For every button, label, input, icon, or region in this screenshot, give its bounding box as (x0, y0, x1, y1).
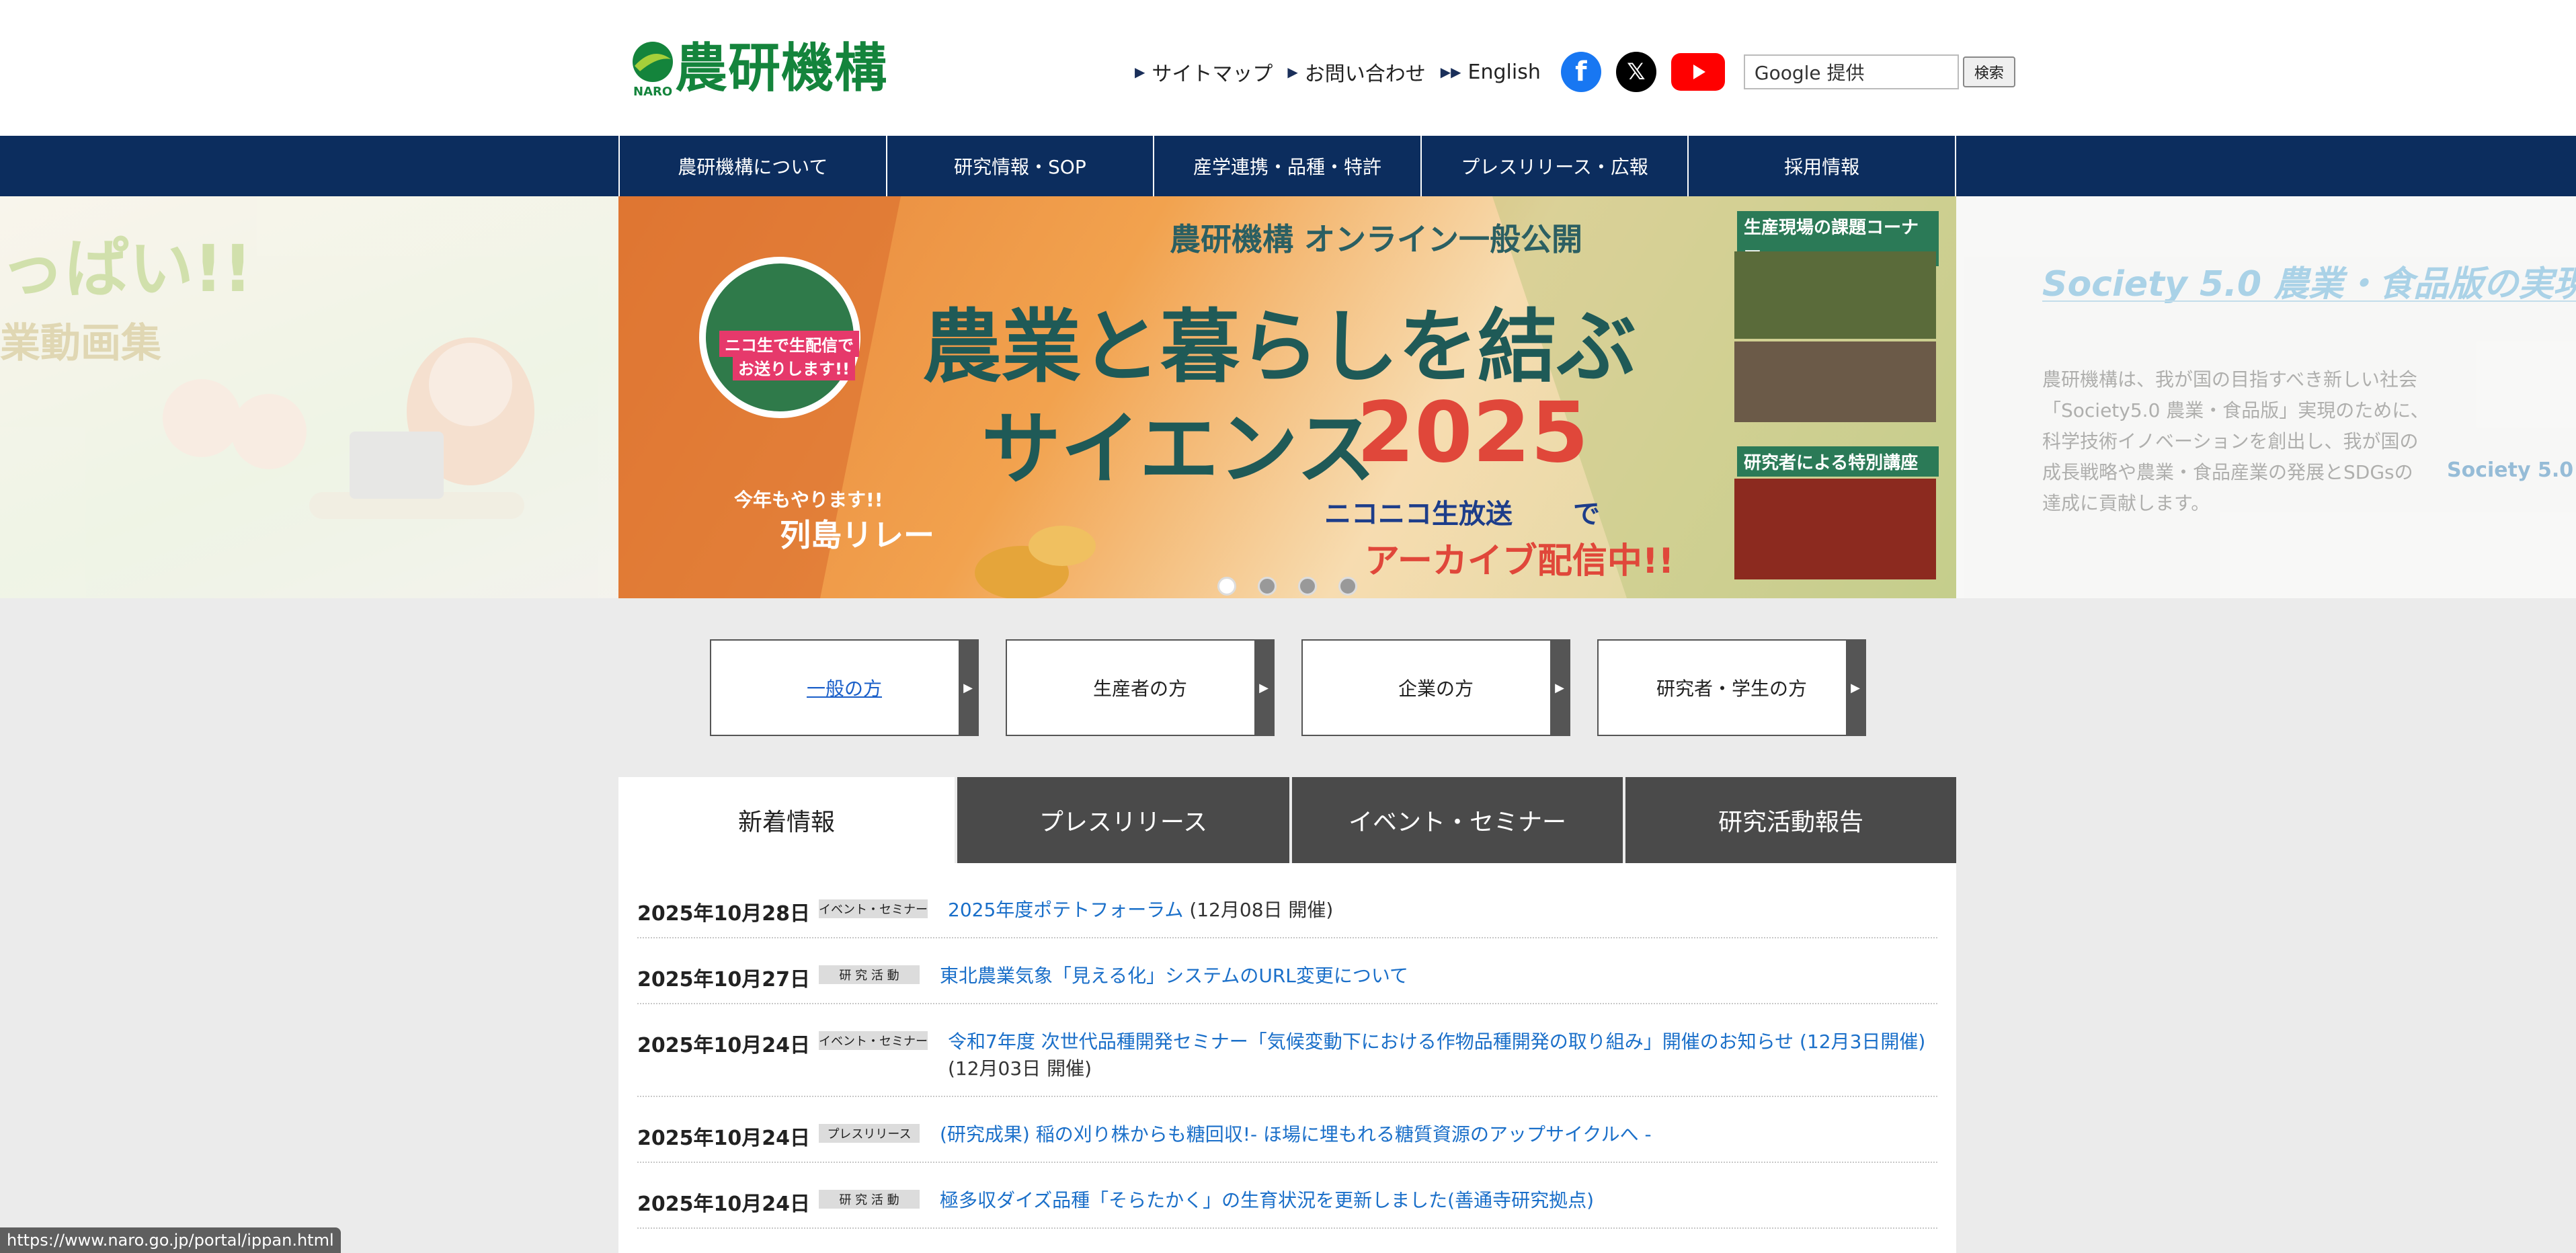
beans-photo (1734, 479, 1936, 579)
soil-photo (1734, 341, 1936, 422)
youtube-icon[interactable] (1671, 53, 1725, 91)
audience-researchers[interactable]: 研究者・学生の方 ▶ (1597, 639, 1866, 736)
active-slide[interactable]: 農研機構 オンライン一般公開 農業と暮らしを結ぶ サイエンス 2025 ニコ生で… (618, 196, 1956, 598)
slide-title-line1: 農業と暮らしを結ぶ (922, 300, 1637, 393)
audience-producers[interactable]: 生産者の方 ▶ (1006, 639, 1275, 736)
search-input[interactable]: Google 提供 (1743, 54, 1959, 89)
contact-link[interactable]: ▶ お問い合わせ (1287, 57, 1425, 87)
double-arrow-icon: ▶▶ (1440, 64, 1461, 80)
nav-press[interactable]: プレスリリース・広報 (1420, 136, 1688, 196)
family-illustration (163, 337, 534, 519)
nav-collaboration[interactable]: 産学連携・品種・特許 (1153, 136, 1420, 196)
niconico-de: で (1573, 499, 1600, 530)
news-category-badge: イベント・セミナー (819, 899, 928, 918)
facebook-icon[interactable]: f (1560, 52, 1601, 92)
archive-label: アーカイブ配信中!! (1365, 541, 1675, 581)
sitemap-link[interactable]: ▶ サイトマップ (1135, 57, 1273, 87)
news-title-link[interactable]: 極多収ダイズ品種「そらたかく」の生育状況を更新しました(善通寺研究拠点) (940, 1187, 1937, 1214)
lecture-label: 研究者による特別講座 (1737, 446, 1939, 477)
next-slide-rule (2042, 300, 2576, 302)
search-button[interactable]: 検索 (1962, 56, 2015, 87)
arrow-right-icon: ▶ (1846, 641, 1865, 735)
news-item: 2025年10月24日 イベント・セミナー 令和7年度 次世代品種開発セミナー「… (637, 1028, 1937, 1097)
news-title-link[interactable]: (研究成果) 稲の刈り株からも糖回収!- ほ場に埋もれる糖質資源のアップサイクル… (940, 1121, 1937, 1148)
news-title-link[interactable]: 東北農業気象「見える化」システムのURL変更について (940, 963, 1937, 989)
news-item: 2025年10月28日 イベント・セミナー 2025年度ポテトフォーラム (12… (637, 897, 1937, 938)
news-date: 2025年10月24日 (637, 1193, 810, 1216)
audience-general[interactable]: 一般の方 ▶ (710, 639, 979, 736)
news-title-link[interactable]: 令和7年度 次世代品種開発セミナー「気候変動下における作物品種開発の取り組み」開… (948, 1028, 1937, 1082)
carousel-dot-4[interactable] (1338, 577, 1357, 596)
nav-recruit[interactable]: 採用情報 (1687, 136, 1956, 196)
english-link[interactable]: ▶▶ English (1441, 60, 1541, 84)
news-item: 2025年10月27日 研 究 活 動 東北農業気象「見える化」システムのURL… (637, 963, 1937, 1004)
news-date: 2025年10月24日 (637, 1034, 810, 1057)
hero-carousel: っぱい!! 業動画集 農研機構 オンライン一般公開 農業と暮らしを結ぶ サイエン… (0, 196, 2576, 598)
news-category-badge: イベント・セミナー (819, 1031, 928, 1050)
news-tabs: 新着情報 プレスリリース イベント・セミナー 研究活動報告 (618, 777, 1956, 863)
field-photo (1734, 251, 1936, 339)
utility-bar: ▶ サイトマップ ▶ お問い合わせ ▶▶ English f 𝕏 Google 提供 … (1135, 52, 2015, 92)
niconico-badge-line1: ニコ生で生配信で (719, 331, 859, 357)
carousel-dot-2[interactable] (1258, 577, 1277, 596)
niconico-label: ニコニコ生放送 (1324, 499, 1513, 530)
naro-leaf-icon: NARO (631, 39, 675, 99)
arrow-right-icon: ▶ (959, 641, 977, 735)
tab-press-release[interactable]: プレスリリース (955, 777, 1289, 863)
arrow-right-icon: ▶ (1254, 641, 1273, 735)
news-date: 2025年10月27日 (637, 968, 810, 992)
relay-note: 今年もやります!! (734, 489, 883, 511)
nav-research[interactable]: 研究情報・SOP (885, 136, 1154, 196)
naro-logo[interactable]: NARO 農研機構 (631, 38, 906, 99)
carousel-dot-3[interactable] (1298, 577, 1317, 596)
news-date: 2025年10月28日 (637, 902, 810, 926)
x-icon[interactable]: 𝕏 (1615, 52, 1656, 92)
niconico-badge-line2: お送りします!! (733, 354, 855, 380)
svg-text:NARO: NARO (633, 85, 672, 98)
next-slide-title: Society 5.0 農業・食品版の実現と (2042, 264, 2576, 305)
next-slide-preview[interactable]: Society 5.0 農業・食品版の実現と 農研機構は、我が国の目指すべき新し… (1956, 196, 2576, 598)
carousel-dot-1[interactable] (1217, 577, 1236, 596)
slide-title-line2: サイエンス (981, 403, 1376, 495)
tab-whats-new[interactable]: 新着情報 (618, 777, 955, 863)
audience-companies[interactable]: 企業の方 ▶ (1301, 639, 1570, 736)
news-list: 2025年10月28日 イベント・セミナー 2025年度ポテトフォーラム (12… (618, 863, 1956, 1253)
society-logo: Society 5.0 (2447, 458, 2574, 482)
arrow-right-icon: ▶ (1135, 64, 1145, 80)
tab-events[interactable]: イベント・セミナー (1289, 777, 1623, 863)
relay-title: 列島リレー (780, 517, 934, 553)
prev-slide-preview[interactable]: っぱい!! 業動画集 (0, 196, 618, 598)
news-category-badge: 研 究 活 動 (819, 1190, 920, 1209)
news-date: 2025年10月24日 (637, 1127, 810, 1150)
nav-about[interactable]: 農研機構について (618, 136, 886, 196)
tab-research-reports[interactable]: 研究活動報告 (1623, 777, 1956, 863)
arrow-right-icon: ▶ (1287, 64, 1298, 80)
main-nav: 農研機構について 研究情報・SOP 産学連携・品種・特許 プレスリリース・広報 … (618, 136, 1956, 196)
slide-event-label: 農研機構 オンライン一般公開 (1170, 221, 1583, 257)
news-item: 2025年10月24日 研 究 活 動 極多収ダイズ品種「そらたかく」の生育状況… (637, 1187, 1937, 1229)
news-category-badge: プレスリリース (819, 1124, 920, 1143)
slide-year: 2025 (1357, 385, 1589, 481)
next-slide-body: 農研機構は、我が国の目指すべき新しい社会 「Society5.0 農業・食品版」… (2042, 368, 2429, 514)
arrow-right-icon: ▶ (1550, 641, 1569, 735)
browser-status-url: https://www.naro.go.jp/portal/ippan.html (0, 1227, 341, 1253)
news-title-link[interactable]: 2025年度ポテトフォーラム (12月08日 開催) (948, 897, 1937, 924)
news-item: 2025年10月24日 プレスリリース (研究成果) 稲の刈り株からも糖回収!-… (637, 1121, 1937, 1163)
logo-text: 農研機構 (675, 38, 888, 99)
site-search: Google 提供 検索 (1743, 54, 2015, 89)
news-category-badge: 研 究 活 動 (819, 965, 920, 984)
